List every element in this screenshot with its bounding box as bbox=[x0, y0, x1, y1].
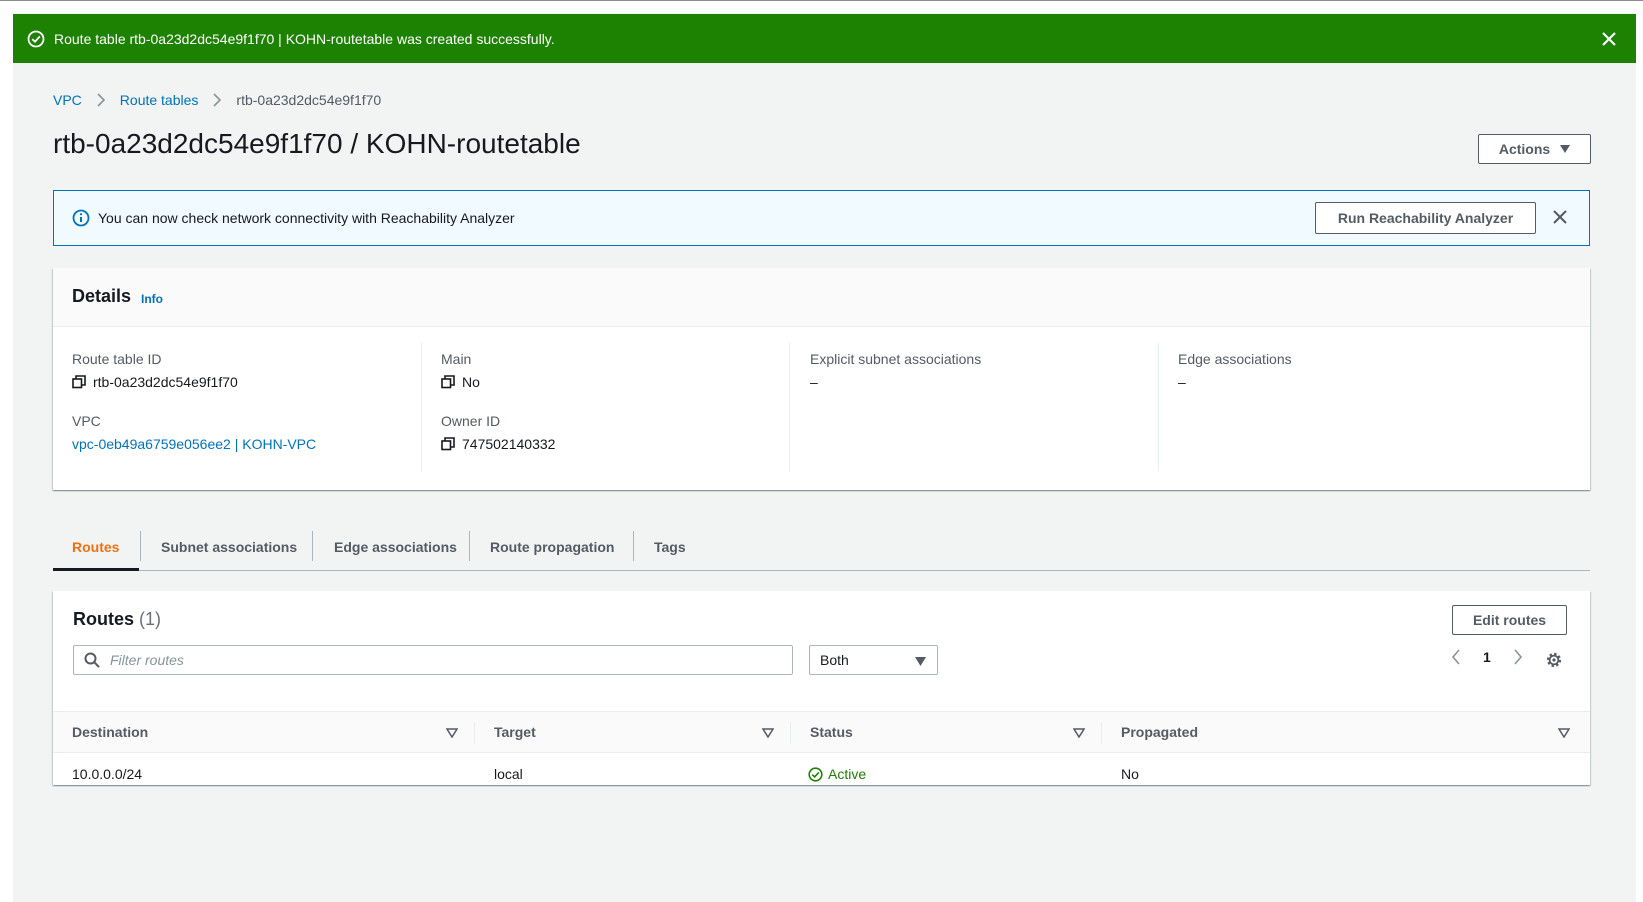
details-header: Details Info bbox=[53, 268, 1590, 327]
active-tab-indicator bbox=[53, 568, 139, 571]
info-alert-text: You can now check network connectivity w… bbox=[98, 210, 515, 226]
pagination: 1 bbox=[1451, 649, 1523, 665]
sort-icon[interactable] bbox=[1073, 728, 1085, 738]
tab-edge-associations[interactable]: Edge associations bbox=[334, 524, 457, 570]
window-top-border bbox=[0, 0, 1643, 1]
vpc-link[interactable]: vpc-0eb49a6759e056ee2 | KOHN-VPC bbox=[72, 436, 316, 452]
edit-routes-button[interactable]: Edit routes bbox=[1452, 605, 1567, 635]
column-divider bbox=[1101, 722, 1102, 744]
filter-routes-field bbox=[73, 645, 793, 675]
tab-tags[interactable]: Tags bbox=[654, 524, 686, 570]
route-table-id-label: Route table ID bbox=[72, 351, 162, 367]
routes-count: (1) bbox=[139, 609, 162, 629]
column-divider bbox=[789, 343, 790, 471]
owner-id-label: Owner ID bbox=[441, 413, 501, 429]
breadcrumb-route-tables[interactable]: Route tables bbox=[120, 92, 199, 108]
column-divider bbox=[474, 722, 475, 744]
chevron-right-icon bbox=[213, 93, 222, 107]
search-icon bbox=[84, 652, 100, 668]
route-table-id-text: rtb-0a23d2dc54e9f1f70 bbox=[93, 374, 238, 390]
tab-route-propagation[interactable]: Route propagation bbox=[490, 524, 614, 570]
route-type-select-value: Both bbox=[820, 652, 849, 668]
info-icon bbox=[72, 209, 90, 227]
close-icon[interactable] bbox=[1600, 30, 1618, 48]
breadcrumb-current: rtb-0a23d2dc54e9f1f70 bbox=[236, 92, 382, 108]
route-destination: 10.0.0.0/24 bbox=[72, 766, 143, 782]
filter-routes-input[interactable] bbox=[108, 651, 772, 669]
sort-icon[interactable] bbox=[1558, 728, 1570, 738]
main-text: No bbox=[462, 374, 480, 390]
check-circle-icon bbox=[808, 766, 823, 782]
check-circle-icon bbox=[27, 30, 45, 47]
route-propagated: No bbox=[1121, 766, 1139, 782]
routes-table-header: Destination Target Status Propagated bbox=[53, 711, 1590, 753]
explicit-subnet-value: – bbox=[810, 374, 818, 390]
explicit-subnet-label: Explicit subnet associations bbox=[810, 351, 982, 367]
page-number[interactable]: 1 bbox=[1483, 649, 1491, 665]
success-flash-banner: Route table rtb-0a23d2dc54e9f1f70 | KOHN… bbox=[13, 14, 1636, 63]
column-divider bbox=[1158, 343, 1159, 471]
info-link[interactable]: Info bbox=[141, 292, 163, 306]
caret-down-icon bbox=[1560, 145, 1571, 153]
tab-divider bbox=[633, 531, 634, 561]
chevron-left-icon[interactable] bbox=[1451, 649, 1461, 665]
actions-label: Actions bbox=[1498, 141, 1551, 157]
column-header-status[interactable]: Status bbox=[810, 724, 853, 740]
gear-icon[interactable] bbox=[1545, 651, 1563, 669]
copy-icon[interactable] bbox=[441, 375, 455, 389]
caret-down-icon bbox=[915, 657, 926, 666]
chevron-right-icon bbox=[97, 93, 105, 107]
main-value: No bbox=[441, 374, 480, 390]
vpc-label: VPC bbox=[72, 413, 101, 429]
breadcrumb: VPC Route tables rtb-0a23d2dc54e9f1f70 bbox=[53, 92, 381, 108]
column-divider bbox=[421, 343, 422, 471]
sort-icon[interactable] bbox=[446, 728, 458, 738]
routes-heading: Routes (1) bbox=[73, 609, 161, 630]
tab-bar: Routes Subnet associations Edge associat… bbox=[53, 524, 1590, 571]
actions-button[interactable]: Actions bbox=[1478, 134, 1591, 164]
column-header-destination[interactable]: Destination bbox=[72, 724, 148, 740]
routes-heading-text: Routes bbox=[73, 609, 135, 629]
route-target: local bbox=[494, 766, 523, 782]
breadcrumb-vpc[interactable]: VPC bbox=[53, 92, 82, 108]
column-header-propagated[interactable]: Propagated bbox=[1121, 724, 1198, 740]
tab-subnet-associations[interactable]: Subnet associations bbox=[161, 524, 297, 570]
edge-associations-label: Edge associations bbox=[1178, 351, 1292, 367]
routes-panel: Routes (1) Edit routes Both 1 Destinatio… bbox=[53, 591, 1590, 785]
details-panel: Details Info Route table ID rtb-0a23d2dc… bbox=[53, 268, 1590, 490]
run-reachability-analyzer-button[interactable]: Run Reachability Analyzer bbox=[1315, 202, 1536, 234]
close-icon[interactable] bbox=[1552, 209, 1568, 225]
chevron-right-icon[interactable] bbox=[1513, 649, 1523, 665]
owner-id-value: 747502140332 bbox=[441, 436, 555, 452]
copy-icon[interactable] bbox=[72, 375, 86, 389]
flash-message: Route table rtb-0a23d2dc54e9f1f70 | KOHN… bbox=[54, 30, 555, 47]
owner-id-text: 747502140332 bbox=[462, 436, 556, 452]
route-type-select[interactable]: Both bbox=[809, 645, 938, 675]
tab-divider bbox=[469, 531, 470, 561]
route-status: Active bbox=[808, 766, 866, 782]
tab-routes[interactable]: Routes bbox=[72, 524, 119, 570]
details-heading: Details bbox=[72, 286, 132, 306]
edge-associations-value: – bbox=[1178, 374, 1186, 390]
route-table-id-value: rtb-0a23d2dc54e9f1f70 bbox=[72, 374, 238, 390]
route-status-text: Active bbox=[828, 766, 867, 782]
copy-icon[interactable] bbox=[441, 437, 455, 451]
column-divider bbox=[790, 722, 791, 744]
tab-divider bbox=[312, 531, 313, 561]
tab-divider bbox=[140, 531, 141, 561]
page-title: rtb-0a23d2dc54e9f1f70 / KOHN-routetable bbox=[53, 128, 581, 159]
column-header-target[interactable]: Target bbox=[494, 724, 536, 740]
sort-icon[interactable] bbox=[762, 728, 774, 738]
main-label: Main bbox=[441, 351, 472, 367]
